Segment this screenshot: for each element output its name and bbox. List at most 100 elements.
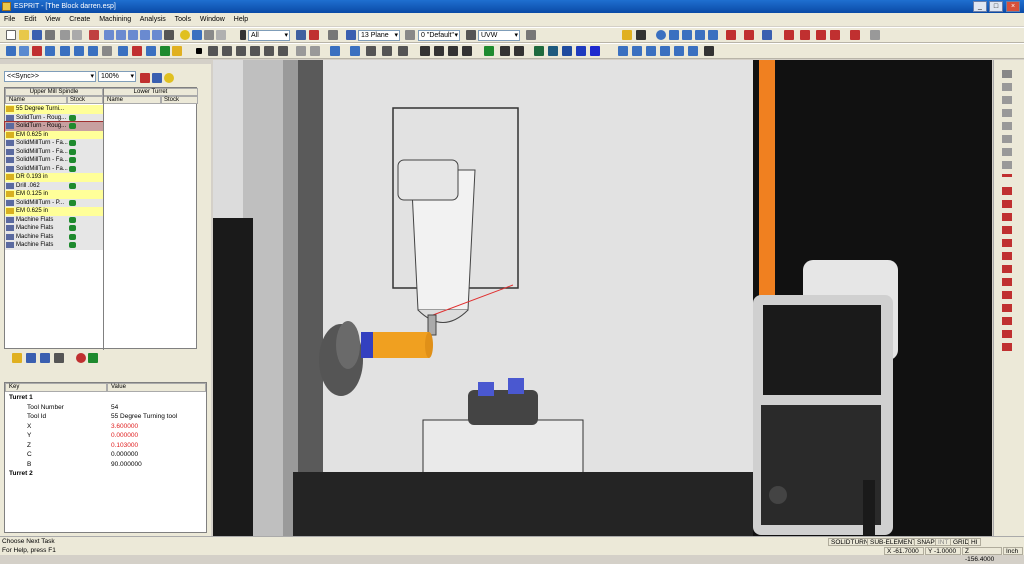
operation-row[interactable]: SolidMillTurn - Fa... [5, 139, 103, 148]
stop-icon[interactable] [196, 48, 202, 54]
cut-icon[interactable] [60, 30, 70, 40]
operation-row[interactable]: SolidMillTurn - P... [5, 198, 103, 207]
menu-create[interactable]: Create [69, 16, 90, 23]
spindle-icon[interactable] [382, 46, 392, 56]
check-icon[interactable] [484, 46, 494, 56]
sim-view-icon[interactable] [310, 46, 320, 56]
select-pointer-icon[interactable] [240, 30, 246, 40]
view-front-icon[interactable] [646, 46, 656, 56]
right-tool-13-icon[interactable] [1002, 226, 1012, 234]
right-tool-3-icon[interactable] [1002, 96, 1012, 104]
layer-select[interactable]: 0 "Default" [418, 30, 460, 41]
coord-icon[interactable] [466, 30, 476, 40]
right-tool-1-icon[interactable] [1002, 70, 1012, 78]
fixture-icon[interactable] [172, 46, 182, 56]
sim-settings-icon[interactable] [296, 46, 306, 56]
undo-icon[interactable] [89, 30, 99, 40]
mode-int[interactable]: INT [935, 538, 952, 546]
zoom-out-icon[interactable] [128, 30, 138, 40]
rotate-icon[interactable] [816, 30, 826, 40]
offset-icon[interactable] [744, 30, 754, 40]
operation-row[interactable]: SolidTurn - Roug... [4, 121, 104, 132]
property-row[interactable]: X 3.600000 [5, 422, 206, 431]
operation-row[interactable]: EM 0.125 in [5, 190, 103, 199]
filter-select[interactable]: All [248, 30, 290, 41]
property-value[interactable]: 0.000000 [111, 431, 138, 440]
info-icon[interactable] [164, 73, 174, 83]
scale-icon[interactable] [800, 30, 810, 40]
property-value[interactable]: 90.000000 [111, 460, 142, 469]
jaw-icon[interactable] [434, 46, 444, 56]
property-row[interactable]: C 0.000000 [5, 450, 206, 459]
property-value[interactable]: 0.103000 [111, 441, 138, 450]
right-tool-6-icon[interactable] [1002, 135, 1012, 143]
section-icon[interactable] [102, 46, 112, 56]
name-column-header[interactable]: Name [5, 96, 67, 104]
view-icon[interactable] [192, 30, 202, 40]
right-tool-20-icon[interactable] [1002, 317, 1012, 325]
copy-icon[interactable] [72, 30, 82, 40]
property-row[interactable]: B 90.000000 [5, 460, 206, 469]
minimize-button[interactable]: _ [973, 1, 987, 12]
operation-row[interactable]: EM 0.625 in [5, 207, 103, 216]
operation-row[interactable]: Drill .062 [5, 181, 103, 190]
measure-icon[interactable] [870, 30, 880, 40]
boolean-icon[interactable] [60, 46, 70, 56]
transform-icon[interactable] [762, 30, 772, 40]
operation-2-icon[interactable] [548, 46, 558, 56]
property-row[interactable]: Tool Number 54 [5, 403, 206, 412]
shade-icon[interactable] [180, 30, 190, 40]
property-group[interactable]: Turret 2 [5, 469, 206, 478]
operation-4-icon[interactable] [576, 46, 586, 56]
right-tool-8-icon[interactable] [1002, 161, 1012, 169]
menu-tools[interactable]: Tools [175, 16, 191, 23]
operation-row[interactable]: Machine Flats [5, 224, 103, 233]
property-row[interactable]: Tool Id 55 Degree Turning tool [5, 412, 206, 421]
circle-icon[interactable] [682, 30, 692, 40]
render-icon[interactable] [204, 30, 214, 40]
layer-icon[interactable] [405, 30, 415, 40]
stock-icon[interactable] [160, 46, 170, 56]
lower-name-column-header[interactable]: Name [103, 96, 161, 104]
right-tool-5-icon[interactable] [1002, 122, 1012, 130]
coord-select[interactable]: UVW [478, 30, 520, 41]
property-value[interactable]: 55 Degree Turning tool [111, 412, 177, 421]
select-tool-icon[interactable] [296, 30, 306, 40]
operation-5-icon[interactable] [590, 46, 600, 56]
operation-row[interactable]: SolidMillTurn - Fa... [5, 156, 103, 165]
right-tool-18-icon[interactable] [1002, 291, 1012, 299]
nc-code-icon[interactable] [514, 46, 524, 56]
mode-hi[interactable]: HI [968, 538, 981, 546]
zoom-select[interactable]: 100% [98, 71, 136, 82]
lower-stock-column-header[interactable]: Stock [161, 96, 198, 104]
list-icon[interactable] [26, 353, 36, 363]
view-iso-icon[interactable] [618, 46, 628, 56]
zoom-all-icon[interactable] [152, 30, 162, 40]
tool-icon[interactable] [350, 46, 360, 56]
close-button[interactable]: × [1006, 1, 1020, 12]
plane-select[interactable]: 13 Plane [358, 30, 400, 41]
right-tool-19-icon[interactable] [1002, 304, 1012, 312]
fast-forward-icon[interactable] [264, 46, 274, 56]
rewind-icon[interactable] [222, 46, 232, 56]
work-plane-icon[interactable] [346, 30, 356, 40]
record-icon[interactable] [76, 353, 86, 363]
point-icon[interactable] [656, 30, 666, 40]
delete-icon[interactable] [309, 30, 319, 40]
end-icon[interactable] [278, 46, 288, 56]
property-value[interactable]: 54 [111, 403, 118, 412]
right-tool-12-icon[interactable] [1002, 213, 1012, 221]
sort-icon[interactable] [140, 73, 150, 83]
revolve-icon[interactable] [32, 46, 42, 56]
menu-machining[interactable]: Machining [99, 16, 131, 23]
rect-icon[interactable] [708, 30, 718, 40]
trim-icon[interactable] [726, 30, 736, 40]
machine-icon[interactable] [330, 46, 340, 56]
edge-icon[interactable] [132, 46, 142, 56]
right-tool-4-icon[interactable] [1002, 109, 1012, 117]
zoom-fit-icon[interactable] [140, 30, 150, 40]
machine-simulation-view[interactable] [213, 60, 992, 536]
operation-row[interactable]: Machine Flats [5, 232, 103, 241]
turret-icon[interactable] [398, 46, 408, 56]
right-tool-17-icon[interactable] [1002, 278, 1012, 286]
